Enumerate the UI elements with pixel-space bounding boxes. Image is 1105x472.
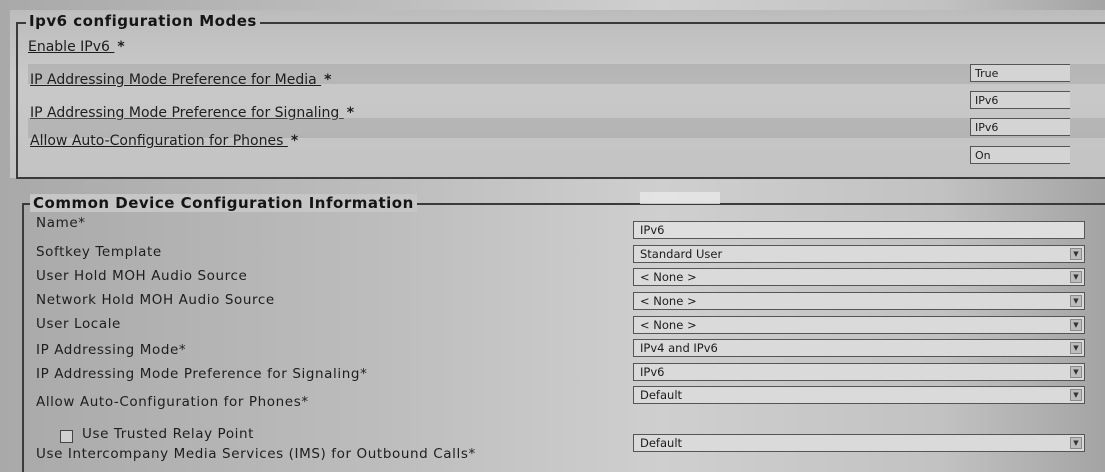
ipv6-section-legend: Ipv6 configuration Modes — [26, 12, 260, 30]
network-hold-moh-select[interactable]: < None > ▼ — [633, 292, 1085, 310]
dropdown-arrow-icon[interactable]: ▼ — [1070, 342, 1082, 354]
allow-auto-config-value: Default — [640, 388, 683, 402]
required-mark: * — [324, 72, 332, 88]
required-mark: * — [117, 39, 125, 55]
signaling-pref-value: IPv6 — [970, 118, 1070, 136]
ip-mode-signaling-label: IP Addressing Mode Preference for Signal… — [36, 366, 368, 382]
dropdown-arrow-icon[interactable]: ▼ — [1070, 437, 1082, 449]
enable-ipv6-label: Enable IPv6 — [28, 39, 115, 55]
softkey-template-label: Softkey Template — [36, 244, 162, 260]
use-trusted-relay-label: Use Trusted Relay Point — [82, 426, 255, 442]
ipv6-row-media: IP Addressing Mode Preference for Media … — [28, 64, 1105, 88]
screen: Ipv6 configuration Modes Enable IPv6 * I… — [0, 0, 1105, 472]
ipv6-enable-value: True — [970, 64, 1070, 82]
network-hold-moh-value: < None > — [640, 294, 697, 308]
ip-addressing-mode-label: IP Addressing Mode* — [36, 342, 187, 358]
ip-mode-signaling-select[interactable]: IPv6 ▼ — [633, 363, 1085, 381]
enable-ipv6-link[interactable]: Enable IPv6 * — [28, 39, 125, 55]
dropdown-arrow-icon[interactable]: ▼ — [1070, 319, 1082, 331]
common-section-legend: Common Device Configuration Information — [30, 194, 417, 212]
name-label: Name* — [36, 215, 86, 231]
allow-auto-config-common-label: Allow Auto-Configuration for Phones* — [36, 394, 309, 410]
dropdown-arrow-icon[interactable]: ▼ — [1070, 271, 1082, 283]
name-input[interactable]: IPv6 — [633, 221, 1085, 239]
dropdown-arrow-icon[interactable]: ▼ — [1070, 389, 1082, 401]
ipv6-row-autoconfig: Allow Auto-Configuration for Phones * — [28, 118, 1105, 149]
ip-mode-pref-media-label: IP Addressing Mode Preference for Media — [30, 72, 322, 88]
dropdown-arrow-icon[interactable]: ▼ — [1070, 295, 1082, 307]
ipv6-row-enable: Enable IPv6 * — [28, 38, 1105, 58]
ipv6-row-signaling: IP Addressing Mode Preference for Signal… — [28, 90, 1105, 121]
ims-outbound-value: Default — [640, 436, 683, 450]
name-value: IPv6 — [640, 223, 665, 237]
user-locale-label: User Locale — [36, 316, 121, 332]
softkey-template-select[interactable]: Standard User ▼ — [633, 245, 1085, 263]
glare-highlight — [640, 192, 720, 204]
media-pref-value: IPv6 — [970, 91, 1070, 109]
allow-auto-config-select[interactable]: Default ▼ — [633, 386, 1085, 404]
user-locale-value: < None > — [640, 318, 697, 332]
required-mark: * — [290, 133, 299, 149]
dropdown-arrow-icon[interactable]: ▼ — [1070, 248, 1082, 260]
ip-mode-signaling-value: IPv6 — [640, 365, 665, 379]
allow-auto-config-label: Allow Auto-Configuration for Phones — [30, 133, 288, 149]
user-hold-moh-label: User Hold MOH Audio Source — [36, 268, 248, 284]
ip-addressing-mode-value: IPv4 and IPv6 — [640, 341, 718, 355]
user-hold-moh-value: < None > — [640, 270, 697, 284]
dropdown-arrow-icon[interactable]: ▼ — [1070, 366, 1082, 378]
softkey-template-value: Standard User — [640, 247, 723, 261]
network-hold-moh-label: Network Hold MOH Audio Source — [36, 292, 275, 308]
user-locale-select[interactable]: < None > ▼ — [633, 316, 1085, 334]
checkbox-icon[interactable] — [60, 430, 73, 443]
user-hold-moh-select[interactable]: < None > ▼ — [633, 268, 1085, 286]
ims-outbound-select[interactable]: Default ▼ — [633, 434, 1085, 452]
ims-outbound-label: Use Intercompany Media Services (IMS) fo… — [36, 446, 476, 462]
ip-addressing-mode-select[interactable]: IPv4 and IPv6 ▼ — [633, 339, 1085, 357]
ip-mode-pref-media-link[interactable]: IP Addressing Mode Preference for Media … — [30, 72, 332, 88]
auto-config-value: On — [970, 146, 1070, 164]
allow-auto-config-link[interactable]: Allow Auto-Configuration for Phones * — [30, 133, 298, 149]
